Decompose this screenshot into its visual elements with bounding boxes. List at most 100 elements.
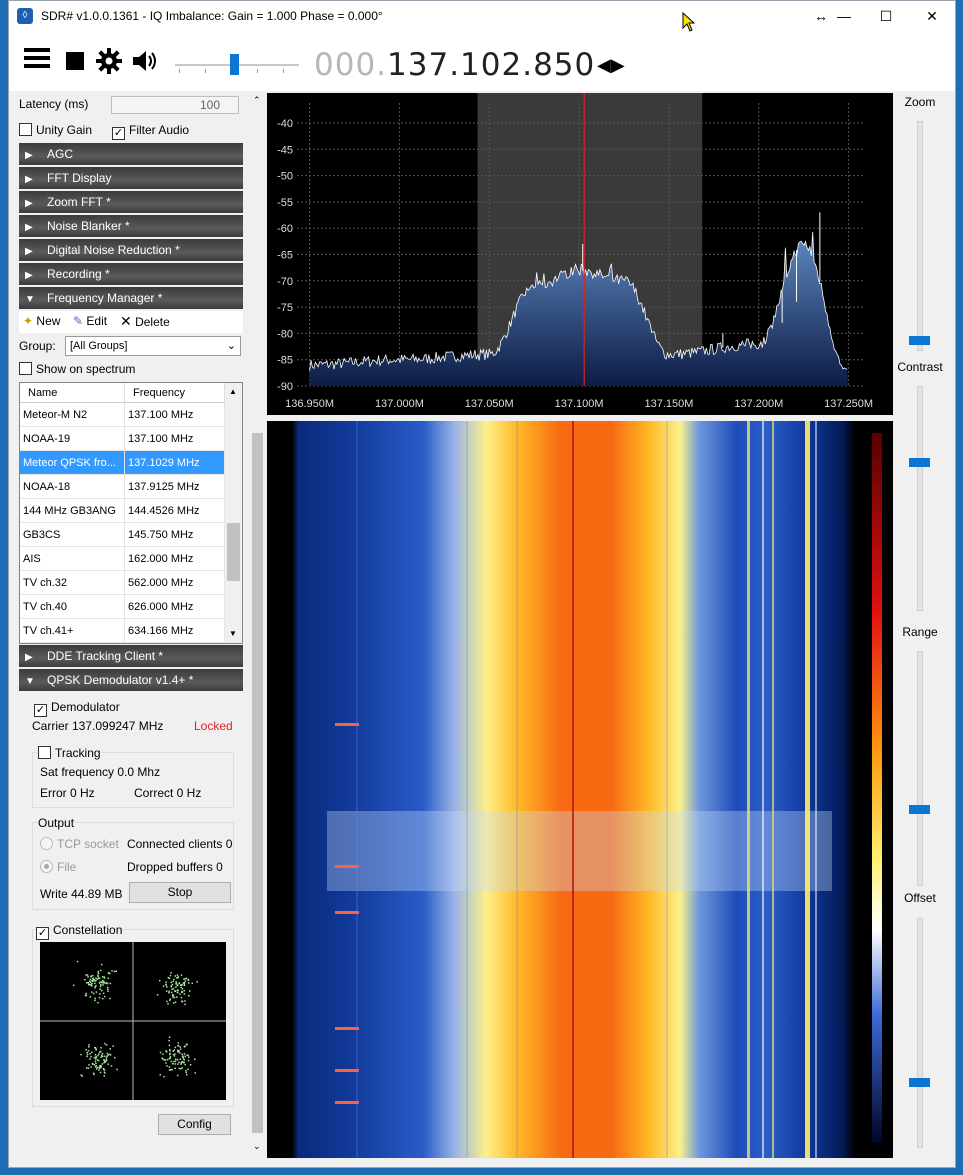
checkmark-icon[interactable]: ✓ xyxy=(112,127,125,140)
column-header-frequency[interactable]: Frequency xyxy=(125,383,225,403)
table-row[interactable]: NOAA-18 137.9125 MHz xyxy=(20,475,225,499)
file-radio[interactable]: File xyxy=(40,860,76,874)
table-scrollbar[interactable]: ▲ ▼ xyxy=(225,383,242,643)
checkmark-icon[interactable]: ✓ xyxy=(34,704,47,717)
panel-header-digital-noise-reduction[interactable]: ▶ Digital Noise Reduction * xyxy=(19,239,243,263)
constellation-point xyxy=(172,1063,174,1065)
scroll-down-icon[interactable]: ⌄ xyxy=(253,1141,261,1152)
panel-header-noise-blanker[interactable]: ▶ Noise Blanker * xyxy=(19,215,243,239)
table-row[interactable]: Meteor QPSK fro... 137.1029 MHz xyxy=(20,451,225,475)
tcp-socket-radio[interactable]: TCP socket xyxy=(40,837,119,851)
constellation-point xyxy=(113,970,116,973)
constellation-point xyxy=(177,1045,180,1047)
checkbox-icon[interactable] xyxy=(19,123,32,136)
table-row[interactable]: GB3CS 145.750 MHz xyxy=(20,523,225,547)
frequency-step-arrows-icon[interactable]: ◀▶ xyxy=(597,55,625,76)
scrollbar-thumb[interactable] xyxy=(227,523,240,581)
panel-header-fft-display[interactable]: ▶ FFT Display xyxy=(19,167,243,191)
constellation-point xyxy=(103,1055,106,1057)
chevron-down-icon: ⌄ xyxy=(226,340,236,352)
constellation-point xyxy=(177,976,180,978)
y-tick-label: -80 xyxy=(277,328,293,340)
frequency-value[interactable]: 137.102.850 xyxy=(387,47,595,83)
checkbox-icon[interactable] xyxy=(38,746,51,759)
filter-audio-checkbox[interactable]: ✓ Filter Audio xyxy=(112,123,189,140)
scroll-up-icon[interactable]: ⌃ xyxy=(253,95,261,106)
new-button[interactable]: ✦ New xyxy=(23,314,60,328)
show-on-spectrum-checkbox[interactable]: Show on spectrum xyxy=(19,362,135,376)
contrast-slider-thumb[interactable] xyxy=(909,458,930,467)
cell-name: AIS xyxy=(20,547,125,571)
checkbox-icon[interactable] xyxy=(19,362,32,375)
panel-header-agc[interactable]: ▶ AGC xyxy=(19,143,243,167)
y-tick-label: -55 xyxy=(277,197,293,209)
panel-header-zoom-fft[interactable]: ▶ Zoom FFT * xyxy=(19,191,243,215)
speaker-icon[interactable] xyxy=(131,47,159,75)
table-row[interactable]: AIS 162.000 MHz xyxy=(20,547,225,571)
range-slider-thumb[interactable] xyxy=(909,805,930,814)
constellation-point xyxy=(107,977,110,979)
constellation-point xyxy=(86,1055,88,1058)
contrast-slider-track[interactable] xyxy=(917,386,923,611)
column-header-name[interactable]: Name xyxy=(20,383,125,403)
zoom-slider-thumb[interactable] xyxy=(909,336,930,345)
constellation-point xyxy=(188,1056,190,1058)
table-row[interactable]: TV ch.32 562.000 MHz xyxy=(20,571,225,595)
edit-button[interactable]: ✎ Edit xyxy=(73,314,107,328)
unity-gain-checkbox[interactable]: Unity Gain xyxy=(19,123,92,137)
sidebar-scrollbar[interactable]: ⌃ ⌄ xyxy=(250,93,265,1153)
panel-header-frequency-manager[interactable]: ▼ Frequency Manager * xyxy=(19,287,243,311)
demodulator-checkbox[interactable]: ✓ Demodulator xyxy=(34,700,120,717)
constellation-point xyxy=(168,992,170,994)
table-row[interactable]: 144 MHz GB3ANG 144.4526 MHz xyxy=(20,499,225,523)
offset-slider-thumb[interactable] xyxy=(909,1078,930,1087)
stop-icon[interactable] xyxy=(61,47,89,75)
constellation-point xyxy=(107,990,109,993)
frequency-display[interactable]: 000.137.102.850 xyxy=(314,47,595,83)
constellation-checkbox[interactable]: ✓ Constellation xyxy=(36,923,123,940)
constellation-point xyxy=(97,974,99,976)
waterfall-display[interactable] xyxy=(267,421,893,1158)
sdr-window: ◊ SDR# v1.0.0.1361 - IQ Imbalance: Gain … xyxy=(8,0,956,1168)
latency-input[interactable]: 100 xyxy=(111,96,239,114)
constellation-point xyxy=(165,990,168,992)
volume-slider-thumb[interactable] xyxy=(230,54,239,75)
table-row[interactable]: NOAA-19 137.100 MHz xyxy=(20,427,225,451)
constellation-point xyxy=(166,1000,168,1003)
minimize-button[interactable]: — xyxy=(824,4,864,28)
panel-header-recording[interactable]: ▶ Recording * xyxy=(19,263,243,287)
cell-name: NOAA-18 xyxy=(20,475,125,499)
y-tick-label: -60 xyxy=(277,223,293,235)
range-slider-track[interactable] xyxy=(917,651,923,886)
constellation-point xyxy=(194,1072,196,1074)
constellation-point xyxy=(174,1001,177,1003)
constellation-point xyxy=(102,1067,105,1070)
zoom-slider-track[interactable] xyxy=(917,121,923,351)
scroll-up-icon[interactable]: ▲ xyxy=(229,387,237,396)
constellation-point xyxy=(86,1067,88,1069)
table-row[interactable]: TV ch.40 626.000 MHz xyxy=(20,595,225,619)
maximize-button[interactable]: ☐ xyxy=(866,4,906,28)
constellation-point xyxy=(98,1065,101,1068)
scroll-down-icon[interactable]: ▼ xyxy=(229,629,237,638)
gear-icon[interactable] xyxy=(95,47,123,75)
offset-slider-track[interactable] xyxy=(917,918,923,1148)
table-row[interactable]: TV ch.41+ 634.166 MHz xyxy=(20,619,225,643)
waterfall-signal-dash xyxy=(335,723,359,726)
delete-button[interactable]: ✕ Delete xyxy=(120,313,170,330)
table-row[interactable]: Meteor-M N2 137.100 MHz xyxy=(20,403,225,427)
panel-header-dde-tracking-client[interactable]: ▶ DDE Tracking Client * xyxy=(19,645,243,669)
checkmark-icon[interactable]: ✓ xyxy=(36,927,49,940)
stop-button[interactable]: Stop xyxy=(129,882,231,903)
constellation-point xyxy=(89,996,92,998)
radio-icon[interactable] xyxy=(40,837,53,850)
panel-header-qpsk-demodulator[interactable]: ▼ QPSK Demodulator v1.4+ * xyxy=(19,669,243,693)
radio-selected-icon[interactable] xyxy=(40,860,53,873)
scrollbar-thumb[interactable] xyxy=(252,433,263,1133)
hamburger-menu-icon[interactable] xyxy=(23,47,51,75)
config-button[interactable]: Config xyxy=(158,1114,231,1135)
close-button[interactable]: ✕ xyxy=(912,4,952,28)
spectrum-chart[interactable]: -40 -45 -50 -55 -60 -65 -70 -75 -80 -85 -90 136.950… xyxy=(267,93,893,415)
tracking-checkbox[interactable]: Tracking xyxy=(38,746,101,760)
group-select[interactable]: [All Groups] ⌄ xyxy=(65,336,241,356)
